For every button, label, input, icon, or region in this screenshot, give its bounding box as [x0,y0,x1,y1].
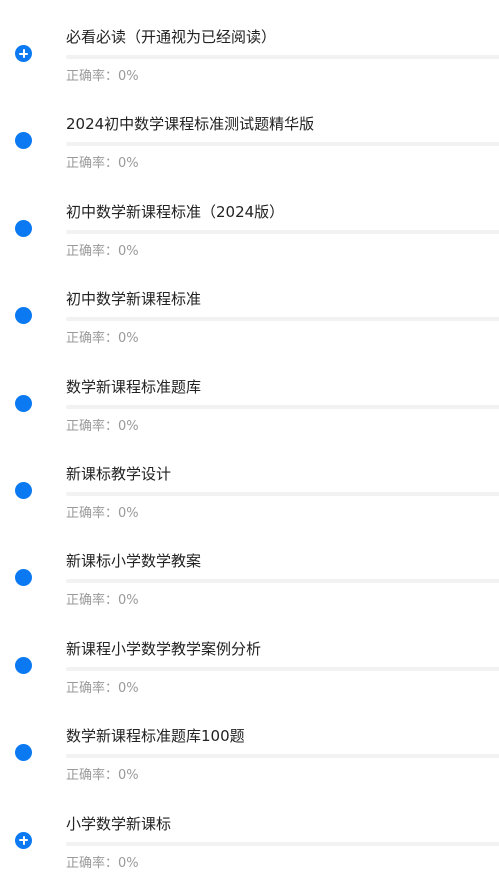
dot-icon [15,481,32,499]
rate-value: 0% [118,768,139,784]
rate-value: 0% [118,243,139,259]
accuracy-rate: 正确率：0% [66,680,139,698]
accuracy-rate: 正确率：0% [66,155,139,173]
rate-label: 正确率： [66,243,119,259]
rate-label: 正确率： [66,855,119,871]
rate-label: 正确率： [66,593,119,609]
item-title[interactable]: 初中数学新课程标准 [66,289,201,309]
rate-label: 正确率： [66,69,119,84]
accuracy-rate: 正确率：0% [66,855,139,873]
rate-label: 正确率： [66,680,119,696]
item-title[interactable]: 初中数学新课程标准（2024版） [66,202,284,222]
list-item[interactable]: 初中数学新课程标准（2024版） 正确率：0% [0,175,499,262]
rate-label: 正确率： [66,768,119,784]
progress-bar [66,841,499,846]
item-title[interactable]: 新课标小学数学教案 [66,551,201,571]
accuracy-rate: 正确率：0% [66,330,139,348]
course-list: 必看必读（开通视为已经阅读） 正确率：0% 2024初中数学课程标准测试题精华版… [0,0,499,874]
progress-bar [66,142,499,147]
list-item[interactable]: 小学数学新课标 正确率：0% [0,787,499,874]
progress-bar [66,666,499,671]
rate-value: 0% [118,505,139,521]
rate-label: 正确率： [66,418,119,434]
progress-bar [66,55,499,59]
list-item[interactable]: 2024初中数学课程标准测试题精华版 正确率：0% [0,87,499,174]
progress-bar [66,317,499,322]
list-item[interactable]: 新课程小学数学教学案例分析 正确率：0% [0,612,499,699]
rate-label: 正确率： [66,331,119,347]
accuracy-rate: 正确率：0% [66,767,139,785]
rate-label: 正确率： [66,156,119,172]
rate-value: 0% [118,593,139,609]
list-item[interactable]: 数学新课程标准题库100题 正确率：0% [0,699,499,786]
item-title[interactable]: 必看必读（开通视为已经阅读） [66,27,276,47]
item-title[interactable]: 数学新课程标准题库 [66,377,201,397]
list-item[interactable]: 必看必读（开通视为已经阅读） 正确率：0% [0,0,499,87]
accuracy-rate: 正确率：0% [66,505,139,523]
rate-value: 0% [118,855,139,871]
dot-icon [15,656,32,674]
dot-icon [15,744,32,762]
dot-icon [15,132,32,150]
item-title[interactable]: 小学数学新课标 [66,814,171,834]
progress-bar [66,579,499,584]
rate-value: 0% [118,69,139,84]
item-title[interactable]: 数学新课程标准题库100题 [66,726,245,746]
plus-circle-icon[interactable] [15,45,32,62]
progress-bar [66,229,499,234]
item-title[interactable]: 新课标教学设计 [66,464,171,484]
rate-label: 正确率： [66,505,119,521]
dot-icon [15,394,32,412]
progress-bar [66,754,499,759]
rate-value: 0% [118,418,139,434]
list-item[interactable]: 新课标教学设计 正确率：0% [0,437,499,524]
progress-bar [66,491,499,496]
list-item[interactable]: 数学新课程标准题库 正确率：0% [0,350,499,437]
list-item[interactable]: 初中数学新课程标准 正确率：0% [0,262,499,349]
dot-icon [15,307,32,325]
accuracy-rate: 正确率：0% [66,68,139,86]
progress-bar [66,404,499,409]
accuracy-rate: 正确率：0% [66,243,139,261]
rate-value: 0% [118,156,139,172]
dot-icon [15,219,32,237]
accuracy-rate: 正确率：0% [66,592,139,610]
dot-icon [15,569,32,587]
list-item[interactable]: 新课标小学数学教案 正确率：0% [0,524,499,611]
rate-value: 0% [118,331,139,347]
item-title[interactable]: 2024初中数学课程标准测试题精华版 [66,114,314,134]
plus-circle-icon[interactable] [15,831,32,849]
accuracy-rate: 正确率：0% [66,418,139,436]
item-title[interactable]: 新课程小学数学教学案例分析 [66,639,261,659]
rate-value: 0% [118,680,139,696]
